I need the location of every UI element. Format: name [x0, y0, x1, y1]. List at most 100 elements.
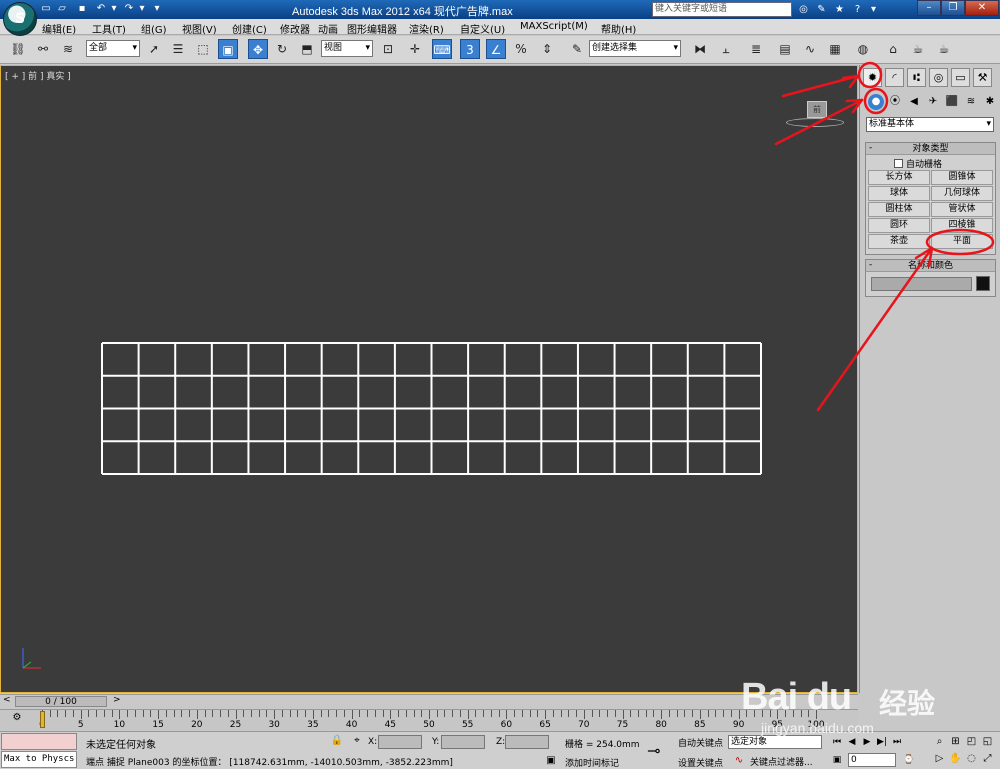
select-object-icon[interactable]: ➚	[144, 39, 164, 59]
select-scale-icon[interactable]: ⬒	[297, 39, 317, 59]
key-mode-icon[interactable]: ▣	[830, 753, 844, 767]
align-icon[interactable]: ⫠	[716, 39, 736, 59]
autogrid-checkbox-box[interactable]	[894, 159, 903, 168]
menu-modifiers[interactable]: 修改器	[280, 21, 310, 36]
app-logo-icon[interactable]: S	[3, 2, 37, 36]
plane-grid-object[interactable]	[101, 342, 762, 475]
material-editor-icon[interactable]: ◍	[853, 39, 873, 59]
zoom-extents-all-icon[interactable]: ◱	[980, 734, 995, 749]
menu-views[interactable]: 视图(V)	[182, 21, 217, 36]
auto-key-button[interactable]: 自动关键点	[678, 736, 723, 749]
pivot-center-icon[interactable]: ⊡	[378, 39, 398, 59]
favorites-icon[interactable]: ★	[832, 2, 847, 17]
keyboard-shortcut-toggle-icon[interactable]: ⌨	[432, 39, 452, 59]
unlink-icon[interactable]: ⚯	[33, 39, 53, 59]
select-by-name-icon[interactable]: ☰	[168, 39, 188, 59]
x-coordinate-input[interactable]	[378, 735, 422, 749]
object-color-swatch[interactable]	[976, 276, 990, 291]
named-selection-dropdown[interactable]: 创建选择集	[589, 40, 681, 57]
track-bar-settings-icon[interactable]: ⚙	[8, 712, 26, 728]
cylinder-button[interactable]: 圆柱体	[868, 202, 930, 217]
time-prev-arrow-icon[interactable]: <	[3, 695, 11, 705]
maxscript-listener-input[interactable]: Max to Physcs (	[1, 751, 77, 768]
selection-lock-icon[interactable]: 🔒	[330, 735, 344, 749]
time-next-arrow-icon[interactable]: >	[113, 695, 121, 705]
binoculars-icon[interactable]: ◎	[796, 2, 811, 17]
pyramid-button[interactable]: 四棱锥	[931, 218, 993, 233]
new-file-icon[interactable]: ▭	[40, 3, 52, 15]
current-frame-input[interactable]: 0	[848, 753, 896, 767]
y-coordinate-input[interactable]	[441, 735, 485, 749]
snap-3d-icon[interactable]: 3	[460, 39, 480, 59]
display-tab-icon[interactable]: ▭	[951, 68, 970, 87]
hierarchy-tab-icon[interactable]: ⑆	[907, 68, 926, 87]
menu-maxscript[interactable]: MAXScript(M)	[520, 21, 588, 32]
open-file-icon[interactable]: ▱	[56, 3, 68, 15]
orbit-icon[interactable]: ◌	[964, 751, 979, 766]
field-of-view-icon[interactable]: ▷	[932, 751, 947, 766]
select-move-icon[interactable]: ✥	[248, 39, 268, 59]
time-config-icon[interactable]: ⌚	[902, 753, 916, 767]
menu-tools[interactable]: 工具(T)	[92, 21, 126, 36]
utilities-tab-icon[interactable]: ⚒	[973, 68, 992, 87]
graphite-ribbon-icon[interactable]: ▤	[775, 39, 795, 59]
key-filters-button[interactable]: 关键点过滤器...	[732, 755, 813, 768]
angle-snap-icon[interactable]: ∠	[486, 39, 506, 59]
help-dropdown-icon[interactable]: ▾	[866, 2, 881, 17]
box-button[interactable]: 长方体	[868, 170, 930, 185]
rendered-frame-icon[interactable]: ☕	[908, 39, 928, 59]
undo-dropdown-icon[interactable]: ▾	[108, 3, 120, 15]
window-crossing-icon[interactable]: ▣	[218, 39, 238, 59]
teapot-button[interactable]: 茶壶	[868, 234, 930, 249]
menu-help[interactable]: 帮助(H)	[601, 21, 636, 36]
modify-tab-icon[interactable]: ◜	[885, 68, 904, 87]
maximize-viewport-icon[interactable]: ⤢	[980, 751, 995, 766]
render-production-icon[interactable]: ☕	[934, 39, 954, 59]
menu-rendering[interactable]: 渲染(R)	[409, 21, 444, 36]
cone-button[interactable]: 圆锥体	[931, 170, 993, 185]
zoom-extents-icon[interactable]: ◰	[964, 734, 979, 749]
motion-tab-icon[interactable]: ◎	[929, 68, 948, 87]
track-bar[interactable]: ⚙ 05101520253035404550556065707580859095…	[0, 709, 858, 730]
absolute-mode-icon[interactable]: ⌖	[350, 735, 364, 749]
spacewarps-category-icon[interactable]: ≋	[963, 94, 979, 110]
menu-edit[interactable]: 编辑(E)	[42, 21, 76, 36]
name-and-color-rollout-header[interactable]: 名称和颜色	[866, 259, 995, 272]
percent-snap-icon[interactable]: %	[511, 39, 531, 59]
menu-graph-editors[interactable]: 图形编辑器	[347, 21, 397, 36]
close-button[interactable]: ✕	[965, 0, 999, 16]
curve-editor-icon[interactable]: ∿	[800, 39, 820, 59]
menu-create[interactable]: 创建(C)	[232, 21, 267, 36]
menu-group[interactable]: 组(G)	[141, 21, 167, 36]
minimize-button[interactable]: –	[917, 0, 941, 16]
undo-icon[interactable]: ↶	[95, 3, 107, 15]
cameras-category-icon[interactable]: ✈	[925, 94, 941, 110]
save-file-icon[interactable]: ▪	[76, 3, 88, 15]
time-slider[interactable]: 0 / 100	[15, 696, 107, 707]
geometry-type-dropdown[interactable]: 标准基本体	[866, 117, 994, 132]
set-key-button[interactable]: 设置关键点	[678, 756, 723, 769]
time-cursor[interactable]	[40, 711, 45, 728]
spinner-snap-icon[interactable]: ⇕	[537, 39, 557, 59]
lights-category-icon[interactable]: ◀	[906, 94, 922, 110]
rectangle-selection-icon[interactable]: ⬚	[193, 39, 213, 59]
mirror-icon[interactable]: ⧓	[690, 39, 710, 59]
shapes-category-icon[interactable]: ⦿	[887, 94, 903, 110]
object-type-rollout-header[interactable]: 对象类型	[866, 142, 995, 155]
layer-manager-icon[interactable]: ≣	[746, 39, 766, 59]
pan-icon[interactable]: ✋	[948, 751, 963, 766]
helpers-category-icon[interactable]: ⬛	[944, 94, 960, 110]
z-coordinate-input[interactable]	[505, 735, 549, 749]
plane-button[interactable]: 平面	[931, 234, 993, 249]
redo-icon[interactable]: ↷	[123, 3, 135, 15]
menu-animation[interactable]: 动画	[318, 21, 338, 36]
add-time-tag-button[interactable]: 添加时间标记	[565, 756, 619, 769]
restore-button[interactable]: ❐	[941, 0, 965, 16]
select-manipulate-icon[interactable]: ✛	[405, 39, 425, 59]
autogrid-checkbox[interactable]: 自动栅格	[894, 157, 942, 170]
help-icon[interactable]: ?	[850, 2, 865, 17]
bind-spacewarp-icon[interactable]: ≋	[58, 39, 78, 59]
set-key-icon[interactable]: ⊸	[647, 741, 660, 760]
search-input[interactable]: 键入关键字或短语	[652, 2, 792, 17]
maxscript-mini-listener[interactable]	[1, 733, 77, 750]
